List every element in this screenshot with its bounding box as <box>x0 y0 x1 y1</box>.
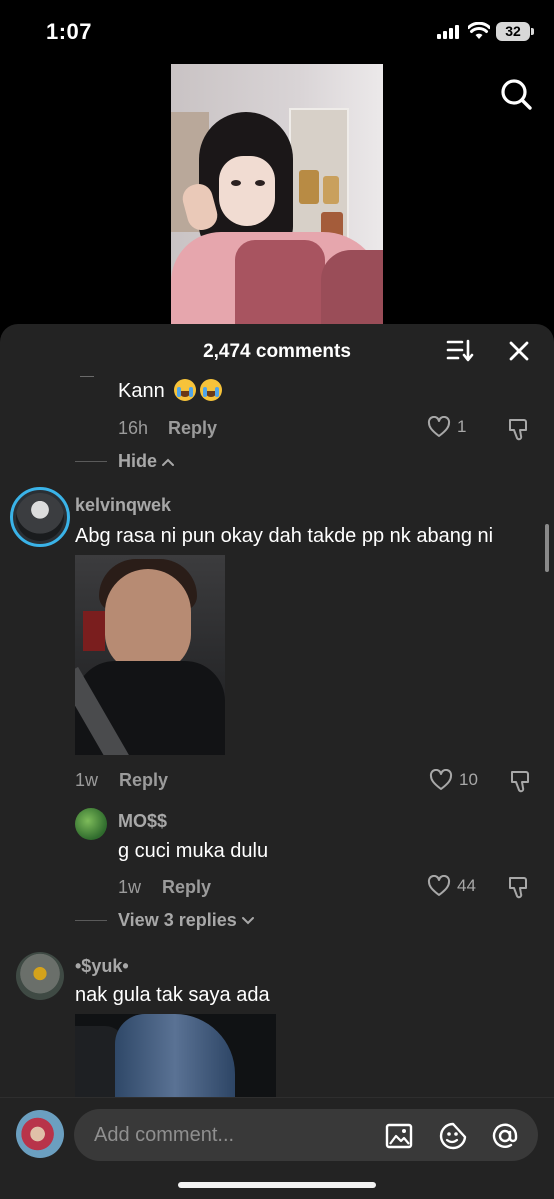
scrollbar-thumb[interactable] <box>545 524 549 572</box>
chevron-down-icon <box>241 916 254 924</box>
cellular-signal-icon <box>437 25 459 39</box>
heart-icon <box>427 416 451 437</box>
mention-icon[interactable] <box>490 1121 520 1151</box>
my-avatar <box>16 1110 64 1158</box>
comment-text: Kann <box>118 379 223 403</box>
avatar[interactable] <box>10 487 70 547</box>
divider-line <box>75 461 107 462</box>
comment-text-label: Kann <box>118 380 165 402</box>
home-indicator <box>178 1182 376 1188</box>
crying-emoji-icon <box>200 379 223 401</box>
video-preview[interactable] <box>171 64 383 326</box>
truncated-avatar-edge <box>80 376 94 377</box>
avatar[interactable] <box>16 952 64 1000</box>
emoji-icon[interactable] <box>438 1121 468 1151</box>
comment-time: 16h <box>118 418 149 438</box>
comment-text: nak gula tak saya ada <box>75 984 270 1006</box>
divider-line <box>75 920 107 921</box>
hide-replies-button[interactable]: Hide <box>118 451 175 472</box>
dislike-icon[interactable] <box>506 874 532 900</box>
comment-image[interactable] <box>75 1014 276 1104</box>
comment-username[interactable]: kelvinqwek <box>75 495 171 516</box>
heart-icon <box>429 769 453 790</box>
comment-image[interactable] <box>75 555 225 755</box>
chevron-up-icon <box>162 458 175 466</box>
status-bar: 1:07 32 <box>0 0 554 64</box>
like-count: 44 <box>457 876 476 895</box>
reply-button[interactable]: Reply <box>168 418 217 439</box>
view-replies-button[interactable]: View 3 replies <box>118 910 255 931</box>
heart-icon <box>427 875 451 896</box>
like-count: 10 <box>459 770 478 789</box>
battery-indicator: 32 <box>496 22 534 41</box>
comment-input[interactable] <box>94 1109 374 1161</box>
like-button[interactable]: 44 <box>427 875 476 897</box>
comment-username[interactable]: •$yuk• <box>75 956 129 977</box>
comment-text: Abg rasa ni pun okay dah takde pp nk aba… <box>75 525 494 547</box>
comments-header: 2,474 comments <box>0 324 554 376</box>
dislike-icon[interactable] <box>506 416 532 442</box>
dislike-icon[interactable] <box>508 768 534 794</box>
reply-button[interactable]: Reply <box>119 770 168 791</box>
comment-time: 1w <box>75 770 99 790</box>
close-icon[interactable] <box>506 338 532 364</box>
comment-input-container[interactable] <box>74 1109 538 1161</box>
comment-composer <box>0 1097 554 1199</box>
sort-icon[interactable] <box>446 338 474 364</box>
comment-time: 1w <box>118 877 142 897</box>
image-icon[interactable] <box>384 1121 414 1151</box>
like-button[interactable]: 1 <box>427 416 466 438</box>
status-time: 1:07 <box>46 19 93 44</box>
comment-username[interactable]: MO$$ <box>118 811 167 832</box>
comments-sheet: 2,474 comments Kann 16h Reply 1 Hide kel… <box>0 324 554 1199</box>
avatar[interactable] <box>75 808 107 840</box>
like-count: 1 <box>457 417 467 436</box>
like-button[interactable]: 10 <box>429 769 478 791</box>
wifi-icon <box>468 22 490 39</box>
hide-replies-label: Hide <box>118 451 158 471</box>
crying-emoji-icon <box>174 379 197 401</box>
reply-button[interactable]: Reply <box>162 877 211 898</box>
search-icon[interactable] <box>498 76 534 112</box>
comment-text: g cuci muka dulu <box>118 840 269 862</box>
view-replies-label: View 3 replies <box>118 910 237 930</box>
